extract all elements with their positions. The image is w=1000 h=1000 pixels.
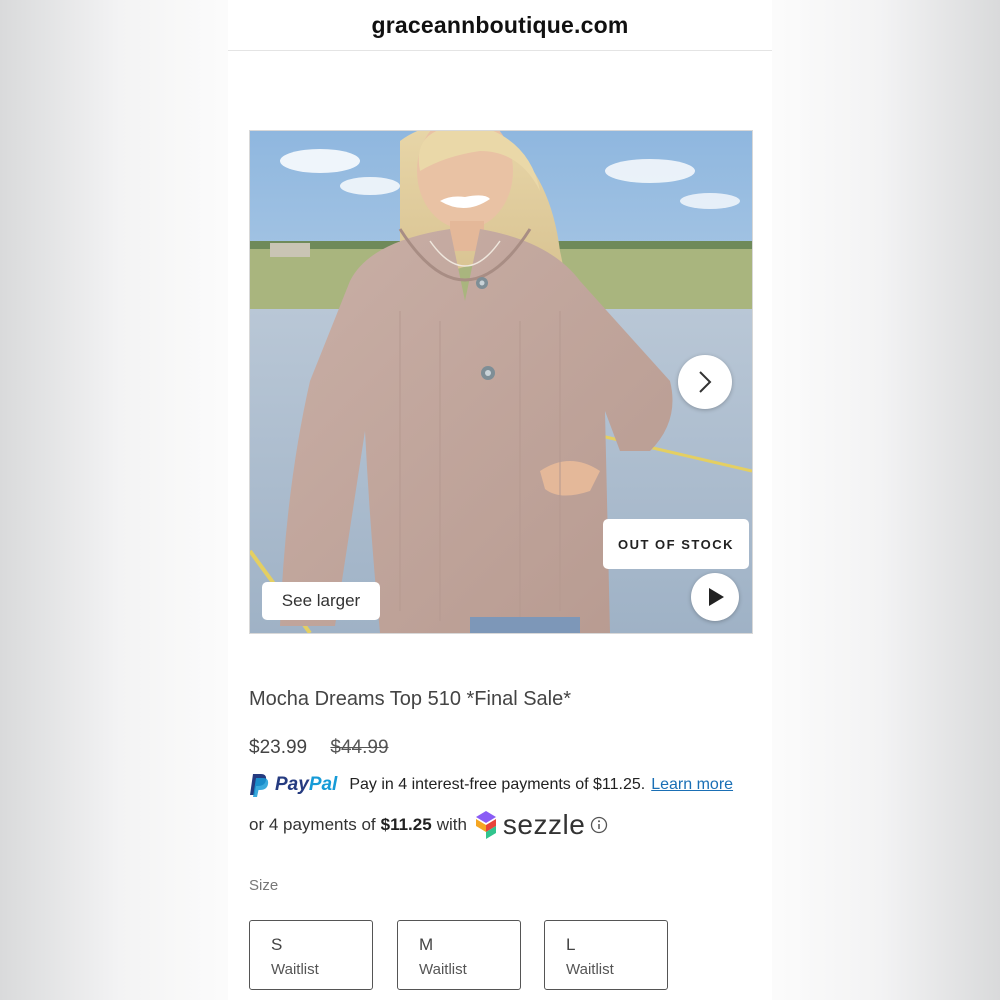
paypal-icon xyxy=(250,774,269,797)
size-option-status: Waitlist xyxy=(419,961,467,978)
size-option-status: Waitlist xyxy=(566,961,614,978)
size-option-size: M xyxy=(419,935,434,954)
size-label: Size xyxy=(249,877,279,894)
paypal-message-text: Pay in 4 interest-free payments of $11.2… xyxy=(349,776,646,793)
paypal-pay-later-message: PayPal Pay in 4 interest-free payments o… xyxy=(249,772,733,798)
domain-text: graceannboutique.com xyxy=(371,11,629,38)
size-option-size: L xyxy=(566,935,576,954)
sezzle-installments-message: or 4 payments of $11.25 with sezzle xyxy=(249,808,608,842)
size-option-status: Waitlist xyxy=(271,961,319,978)
out-of-stock-badge: OUT OF STOCK xyxy=(603,519,749,569)
size-option-m[interactable]: M Waitlist xyxy=(397,920,521,990)
product-title: Mocha Dreams Top 510 *Final Sale* xyxy=(249,688,572,710)
sale-price: $23.99 xyxy=(249,737,308,758)
paypal-logo: PayPal xyxy=(249,773,337,797)
info-icon[interactable] xyxy=(590,816,608,834)
play-icon xyxy=(709,588,724,606)
sezzle-logo: sezzle xyxy=(473,809,585,841)
size-option-s[interactable]: S Waitlist xyxy=(249,920,373,990)
play-video-button[interactable] xyxy=(691,573,739,621)
next-image-button[interactable] xyxy=(678,355,732,409)
sezzle-suffix-text: with xyxy=(436,815,467,834)
learn-more-link[interactable]: Learn more xyxy=(651,776,733,794)
chevron-right-icon xyxy=(699,371,712,393)
size-option-l[interactable]: L Waitlist xyxy=(544,920,668,990)
product-image-gallery[interactable]: OUT OF STOCK See larger xyxy=(249,130,753,634)
address-bar[interactable]: graceannboutique.com xyxy=(228,0,772,51)
sezzle-wordmark: sezzle xyxy=(502,809,586,840)
sezzle-amount: $11.25 xyxy=(380,815,432,834)
sezzle-icon xyxy=(475,811,496,839)
sezzle-prefix-text: or 4 payments of xyxy=(249,815,376,834)
browser-viewport: graceannboutique.com OUT OF STOCK See la… xyxy=(228,0,772,1000)
compare-at-price: $44.99 xyxy=(330,737,389,758)
see-larger-button[interactable]: See larger xyxy=(262,582,380,620)
price-row: $23.99 $44.99 xyxy=(249,737,389,759)
paypal-wordmark: PayPal xyxy=(275,774,338,795)
size-option-size: S xyxy=(271,935,283,954)
